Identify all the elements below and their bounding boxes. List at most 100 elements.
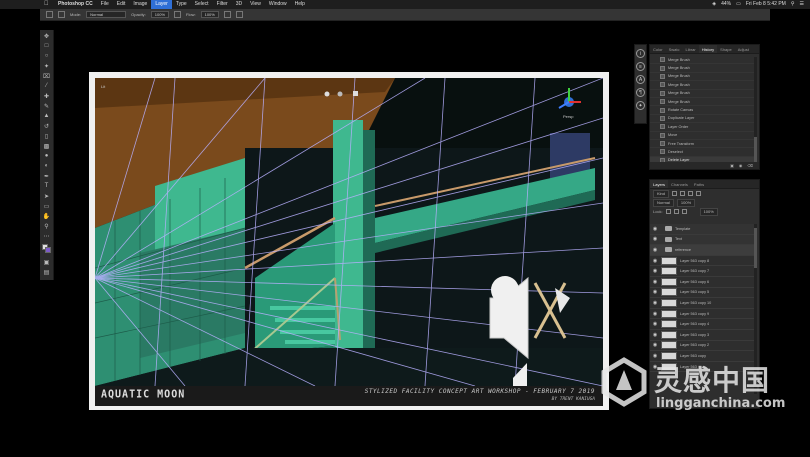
tab-layers[interactable]: Layers <box>650 180 669 188</box>
layer-kind-filter[interactable]: Kind <box>653 189 670 198</box>
filter-shape-icon[interactable] <box>696 191 702 196</box>
tab-color[interactable]: Color <box>650 45 666 53</box>
layer-opacity-field[interactable]: 100% <box>676 198 696 207</box>
visibility-eye-icon[interactable]: ◉ <box>652 268 658 274</box>
magic-wand-tool-icon[interactable]: ✦ <box>42 62 52 70</box>
filter-type-icon[interactable] <box>688 191 694 196</box>
type-tool-icon[interactable]: T <box>42 182 52 190</box>
visibility-eye-icon[interactable]: ◉ <box>652 258 658 264</box>
visibility-eye-icon[interactable]: ◉ <box>652 279 658 285</box>
visibility-eye-icon[interactable]: ◉ <box>652 300 658 306</box>
brush-tool-icon[interactable]: ✎ <box>42 102 52 110</box>
opacity-field[interactable]: 100% <box>150 11 170 18</box>
properties-icon[interactable]: ≡ <box>636 62 645 71</box>
search-icon[interactable]: ⚲ <box>791 0 795 9</box>
menu-item-window[interactable]: Window <box>265 0 291 9</box>
menu-item-layer[interactable]: Layer <box>151 0 172 9</box>
flow-field[interactable]: 100% <box>200 11 219 18</box>
paragraph-icon[interactable]: ¶ <box>636 88 645 97</box>
lock-all-icon[interactable] <box>681 209 687 214</box>
menu-item-file[interactable]: File <box>97 0 113 9</box>
wifi-icon[interactable]: ◈ <box>712 0 716 9</box>
history-state[interactable]: Merge Brush <box>650 56 754 65</box>
layer-row[interactable]: ◉ Layer 563 copy 6 <box>650 277 754 288</box>
visibility-eye-icon[interactable]: ◉ <box>652 247 658 253</box>
layers-scroll-thumb[interactable] <box>754 228 757 268</box>
background-color-swatch[interactable] <box>44 247 51 253</box>
menu-item-help[interactable]: Help <box>291 0 309 9</box>
hand-tool-icon[interactable]: ✋ <box>42 212 52 220</box>
airbrush-icon[interactable] <box>223 11 231 18</box>
battery-level[interactable]: 44% <box>721 0 731 9</box>
clock[interactable]: Fri Feb 8 5:42 PM <box>746 0 786 9</box>
history-state[interactable]: Merge Brush <box>650 90 754 98</box>
lasso-tool-icon[interactable]: ○ <box>42 52 52 60</box>
menu-list-icon[interactable]: ☰ <box>800 0 804 9</box>
history-state[interactable]: Free Transform <box>650 140 754 149</box>
history-state[interactable]: Merge Brush <box>650 98 754 107</box>
marquee-tool-icon[interactable]: □ <box>42 42 52 50</box>
visibility-eye-icon[interactable]: ◉ <box>652 342 658 348</box>
lock-position-icon[interactable] <box>673 209 679 214</box>
tool-presets-icon[interactable]: ✦ <box>636 101 645 110</box>
pen-tool-icon[interactable]: ✒ <box>42 172 52 180</box>
visibility-eye-icon[interactable]: ◉ <box>652 236 658 242</box>
apple-icon[interactable]:  <box>44 1 49 7</box>
visibility-eye-icon[interactable]: ◉ <box>652 226 658 232</box>
eraser-tool-icon[interactable]: ▯ <box>42 132 52 140</box>
history-scrollbar[interactable] <box>754 57 757 167</box>
layer-row[interactable]: ◉ Layer 563 copy 7 <box>650 266 754 277</box>
history-state[interactable]: Move <box>650 132 754 140</box>
info-icon[interactable]: i <box>636 49 645 58</box>
move-tool-icon[interactable]: ✥ <box>42 32 52 40</box>
tab-swatches[interactable]: Swatc <box>666 45 683 53</box>
menu-item-edit[interactable]: Edit <box>113 0 130 9</box>
history-state[interactable]: Merge Brush <box>650 73 754 82</box>
screen-mode-icon[interactable]: ▤ <box>42 268 52 276</box>
history-state[interactable]: Layer Order <box>650 123 754 132</box>
pressure-size-icon[interactable] <box>235 11 243 18</box>
stamp-tool-icon[interactable]: ▲ <box>42 112 52 120</box>
layer-row[interactable]: ◉ Layer 563 copy 10 <box>650 298 754 309</box>
more-tools-icon[interactable]: ⋯ <box>42 232 52 240</box>
quick-mask-icon[interactable]: ▣ <box>42 258 52 266</box>
filter-adjustment-icon[interactable] <box>680 191 686 196</box>
menu-app-name[interactable]: Photoshop CC <box>54 0 97 9</box>
history-state[interactable]: Rotate Canvas <box>650 106 754 115</box>
menu-item-image[interactable]: Image <box>129 0 151 9</box>
history-state[interactable]: Deselect <box>650 148 754 157</box>
path-select-tool-icon[interactable]: ➤ <box>42 192 52 200</box>
delete-state-icon[interactable]: ⌫ <box>747 162 753 169</box>
blend-mode-select[interactable]: Normal <box>653 198 674 207</box>
layer-row[interactable]: ◉ Layer 563 copy 9 <box>650 309 754 320</box>
eyedropper-tool-icon[interactable]: ⁄ <box>42 82 52 90</box>
menu-item-3d[interactable]: 3D <box>232 0 246 9</box>
character-icon[interactable]: A <box>636 75 645 84</box>
tab-shapes[interactable]: Shape <box>717 45 735 53</box>
layer-fill-field[interactable]: 100% <box>699 207 718 216</box>
menu-item-filter[interactable]: Filter <box>213 0 232 9</box>
menu-item-view[interactable]: View <box>246 0 265 9</box>
menu-item-select[interactable]: Select <box>191 0 213 9</box>
tab-history[interactable]: History <box>698 45 718 53</box>
history-state[interactable]: Duplicate Layer <box>650 115 754 124</box>
tab-libraries[interactable]: Librar <box>682 45 698 53</box>
visibility-eye-icon[interactable]: ◉ <box>652 332 658 338</box>
visibility-eye-icon[interactable]: ◉ <box>652 311 658 317</box>
filter-pixel-icon[interactable] <box>672 191 678 196</box>
lock-pixels-icon[interactable] <box>665 209 671 214</box>
layer-group-row[interactable]: ◉ reference <box>650 245 754 256</box>
shape-tool-icon[interactable]: ▭ <box>42 202 52 210</box>
blur-tool-icon[interactable]: ● <box>42 152 52 160</box>
new-document-from-state-icon[interactable]: ▣ <box>730 162 734 169</box>
layer-group-row[interactable]: ◉ Text <box>650 234 754 246</box>
gradient-tool-icon[interactable]: ▩ <box>42 142 52 150</box>
menu-item-type[interactable]: Type <box>172 0 191 9</box>
brush-settings-icon[interactable] <box>58 11 65 18</box>
visibility-eye-icon[interactable]: ◉ <box>652 321 658 327</box>
mode-select[interactable]: Normal <box>86 11 127 18</box>
layer-row[interactable]: ◉ Layer 563 copy 3 <box>650 330 754 341</box>
layer-row[interactable]: ◉ Layer 563 copy 8 <box>650 256 754 267</box>
layer-group-row[interactable]: ◉ Template <box>650 224 754 235</box>
pressure-opacity-icon[interactable] <box>174 11 182 18</box>
